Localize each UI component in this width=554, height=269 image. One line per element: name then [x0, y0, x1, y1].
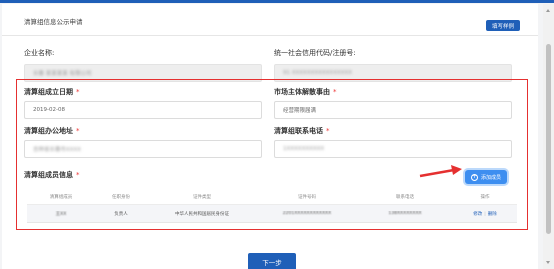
next-step-button[interactable]: 下一步	[248, 253, 296, 269]
scroll-up-icon[interactable]	[546, 9, 550, 12]
scroll-down-icon[interactable]	[546, 261, 550, 264]
company-name-label: 企业名称:	[24, 49, 55, 57]
card-header: 清算组信息公示申请 填写样例	[2, 4, 538, 36]
top-accent-bar	[0, 0, 554, 3]
fill-example-button[interactable]: 填写样例	[486, 20, 520, 31]
scrollbar-thumb[interactable]	[546, 44, 551, 234]
credit-code-label: 统一社会信用代码/注册号:	[274, 49, 356, 57]
vertical-scrollbar[interactable]	[543, 4, 554, 269]
page-title: 清算组信息公示申请	[24, 18, 83, 26]
highlight-annotation-box	[16, 79, 528, 230]
